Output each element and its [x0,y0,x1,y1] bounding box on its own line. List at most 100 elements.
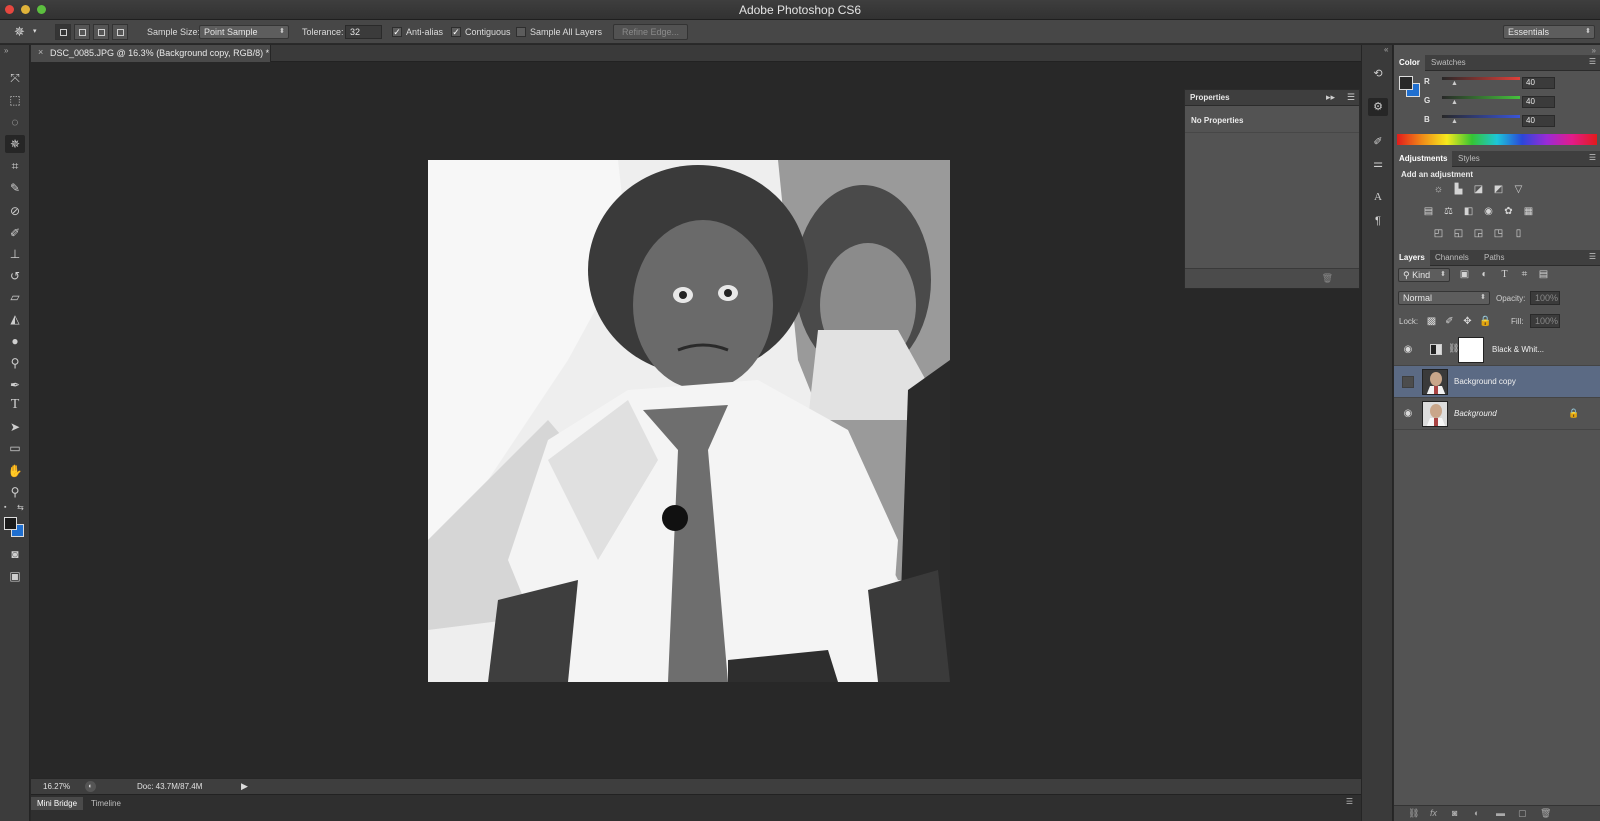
close-document-icon[interactable]: × [38,47,43,57]
green-slider-thumb-icon[interactable]: ▲ [1451,99,1458,106]
foreground-color-swatch[interactable] [4,517,17,530]
swap-colors-icon[interactable]: ⇆ [17,503,24,512]
dodge-tool-icon[interactable]: ⚲ [5,354,25,372]
document-image[interactable] [428,160,950,682]
screen-mode-icon[interactable]: ▣ [5,567,25,585]
subtract-selection-mode-button[interactable] [93,24,109,40]
eyedropper-tool-icon[interactable]: ✎ [5,179,25,197]
eraser-tool-icon[interactable]: ▱ [5,288,25,306]
layers-panel-menu-icon[interactable]: ☰ [1589,252,1596,261]
blue-slider-thumb-icon[interactable]: ▲ [1451,118,1458,125]
status-menu-arrow-icon[interactable]: ▶ [241,781,248,792]
anti-alias-checkbox[interactable]: ✓ [392,27,402,37]
new-selection-mode-button[interactable] [55,24,71,40]
sample-size-dropdown[interactable]: Point Sample ⬍ [199,25,289,39]
tab-paths[interactable]: Paths [1479,250,1509,266]
expand-panels-icon[interactable]: » [1592,46,1596,55]
move-tool-icon[interactable]: ⤧ [5,69,25,87]
color-lookup-icon[interactable]: ▦ [1522,206,1535,218]
opacity-input[interactable]: 100% [1530,291,1560,305]
collapse-dock-icon[interactable]: « [1384,45,1388,54]
path-selection-tool-icon[interactable]: ➤ [5,418,25,436]
layer-name[interactable]: Background [1454,409,1497,418]
new-layer-icon[interactable]: ▢ [1518,808,1527,819]
shape-tool-icon[interactable]: ▭ [5,439,25,457]
history-panel-icon[interactable]: ⟲ [1368,65,1388,83]
hidden-eye-box[interactable] [1402,376,1414,388]
sample-all-layers-checkbox[interactable] [516,27,526,37]
quick-mask-icon[interactable]: ◙ [5,545,25,563]
eye-icon[interactable]: ◉ [1402,344,1414,356]
red-value-input[interactable]: 40 [1522,77,1555,89]
photo-filter-icon[interactable]: ◉ [1482,206,1495,218]
zoom-level[interactable]: 16.27% [43,782,70,791]
layer-filter-dropdown[interactable]: ⚲ Kind ⬍ [1398,268,1450,282]
status-info-icon[interactable]: ◐ [85,781,96,792]
clone-stamp-tool-icon[interactable]: ⊥ [5,245,25,263]
tab-mini-bridge[interactable]: Mini Bridge [31,797,84,810]
adjustments-panel-menu-icon[interactable]: ☰ [1589,153,1596,162]
tab-adjustments[interactable]: Adjustments [1394,151,1453,167]
filter-pixel-icon[interactable]: ▣ [1458,269,1471,281]
filter-smart-object-icon[interactable]: ▤ [1537,269,1550,281]
tab-timeline[interactable]: Timeline [85,797,127,810]
bottom-panel-menu-icon[interactable]: ☰ [1346,797,1353,806]
layer-name[interactable]: Background copy [1454,377,1516,386]
workspace-dropdown[interactable]: Essentials ⬍ [1503,25,1595,39]
delete-layer-icon[interactable]: 🗑 [1540,808,1551,819]
color-balance-icon[interactable]: ⚖ [1442,206,1455,218]
type-tool-icon[interactable]: T [5,396,25,414]
color-panel-menu-icon[interactable]: ☰ [1589,57,1596,66]
layer-row[interactable]: ◉ ⛓ Black & Whit... [1394,334,1600,366]
posterize-icon[interactable]: ◱ [1452,228,1465,240]
brightness-contrast-icon[interactable]: ☼ [1432,184,1445,196]
filter-adjustment-icon[interactable]: ◐ [1478,269,1491,281]
tab-swatches[interactable]: Swatches [1426,55,1471,71]
selective-color-icon[interactable]: ▯ [1512,228,1525,240]
blur-tool-icon[interactable]: ● [5,332,25,350]
healing-brush-tool-icon[interactable]: ⊘ [5,202,25,220]
green-value-input[interactable]: 40 [1522,96,1555,108]
add-selection-mode-button[interactable] [74,24,90,40]
pen-tool-icon[interactable]: ✒ [5,376,25,394]
magic-wand-icon[interactable]: ✵ [14,20,25,44]
curves-icon[interactable]: ◪ [1472,184,1485,196]
brush-panel-icon[interactable]: ✐ [1368,133,1388,151]
fill-input[interactable]: 100% [1530,314,1560,328]
exposure-icon[interactable]: ◩ [1492,184,1505,196]
new-group-icon[interactable]: ▬ [1496,808,1505,818]
trash-icon[interactable]: 🗑 [1322,273,1333,284]
invert-icon[interactable]: ◰ [1432,228,1445,240]
layer-row[interactable]: ◉ Background 🔒 [1394,398,1600,430]
color-foreground-swatch[interactable] [1399,76,1413,90]
default-colors-icon[interactable]: ▪ [4,504,6,511]
tool-preset-chevron-icon[interactable]: ▾ [33,20,37,44]
collapse-panel-icon[interactable]: ▸▸ [1326,92,1335,103]
lock-position-icon[interactable]: ✥ [1461,316,1474,328]
vibrance-icon[interactable]: ▽ [1512,184,1525,196]
character-panel-icon[interactable]: A [1368,188,1388,206]
panel-menu-icon[interactable]: ☰ [1347,92,1355,103]
lock-pixels-icon[interactable]: ✐ [1443,316,1456,328]
new-adjustment-icon[interactable]: ◐ [1474,808,1479,818]
collapse-tools-icon[interactable]: » [4,46,8,55]
tab-styles[interactable]: Styles [1453,151,1485,167]
brush-presets-icon[interactable]: ⚌ [1368,155,1388,173]
tab-layers[interactable]: Layers [1394,250,1430,266]
intersect-selection-mode-button[interactable] [112,24,128,40]
tab-channels[interactable]: Channels [1430,250,1474,266]
tolerance-input[interactable]: 32 [345,25,382,39]
layer-row[interactable]: Background copy [1394,366,1600,398]
blue-value-input[interactable]: 40 [1522,115,1555,127]
lock-all-icon[interactable]: 🔒 [1479,316,1492,328]
properties-panel-icon[interactable]: ⚙ [1368,98,1388,116]
link-layers-icon[interactable]: ⛓ [1408,808,1419,819]
brush-tool-icon[interactable]: ✐ [5,224,25,242]
levels-icon[interactable]: ▙ [1452,184,1465,196]
magic-wand-tool-icon[interactable]: ✵ [5,135,25,153]
paragraph-panel-icon[interactable]: ¶ [1368,212,1388,230]
add-mask-icon[interactable]: ◙ [1452,808,1457,818]
tab-color[interactable]: Color [1394,55,1425,71]
color-spectrum-bar[interactable] [1397,134,1597,145]
gradient-map-icon[interactable]: ◳ [1492,228,1505,240]
